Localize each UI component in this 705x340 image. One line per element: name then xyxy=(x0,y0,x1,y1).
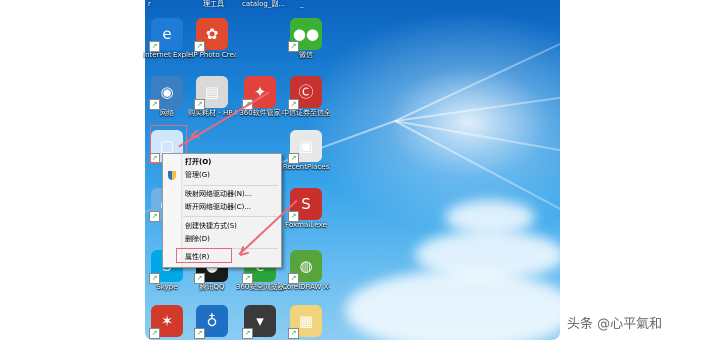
cloud xyxy=(345,270,560,340)
hp-deskjet-icon: ▤ ↗ xyxy=(194,76,228,110)
shortcut-arrow-icon: ↗ xyxy=(194,273,205,284)
app-red-bird-icon: ✶ ↗ xyxy=(149,305,183,339)
menu-separator xyxy=(183,216,278,217)
desktop-icon-hp-deskjet[interactable]: ▤↗购买耗材 - HP Deskjet 21... xyxy=(188,76,236,118)
desktop-icon-app-red-bird[interactable]: ✶ ↗ xyxy=(143,305,191,339)
desktop-icon-coreldraw[interactable]: ◍↗CorelDRAW X4 SP2 简体... xyxy=(282,250,330,292)
china-securities-icon: Ⓒ ↗ xyxy=(288,76,322,110)
desktop-icon-label: r xyxy=(148,0,151,8)
desktop-icon-label: _ xyxy=(300,0,304,8)
desktop-icon-label: catalog_副... xyxy=(242,0,286,8)
desktop-icon-label: Foxmail.exe xyxy=(285,221,327,229)
light-ray xyxy=(394,61,560,122)
desktop-icon-label: 中信证券至信全能版 xyxy=(282,109,330,117)
properties-highlight-box xyxy=(176,248,232,263)
desktop-icon-label: HP Photo Creations xyxy=(188,51,236,59)
menu-item-delete[interactable]: 删除(D) xyxy=(185,234,210,245)
shortcut-arrow-icon: ↗ xyxy=(242,328,253,339)
app-folder-icon: ▦ ↗ xyxy=(288,305,322,339)
menu-item-disconnect-drive[interactable]: 断开网络驱动器(C)... xyxy=(185,202,251,213)
desktop-icon-recentplaces[interactable]: ▣ ↗ RecentPlaces xyxy=(282,130,330,172)
menu-item-create-shortcut[interactable]: 创建快捷方式(S) xyxy=(185,221,237,232)
desktop-icon-label: 微信 xyxy=(299,51,313,59)
shield-icon xyxy=(168,171,176,180)
shortcut-arrow-icon: ↗ xyxy=(149,41,160,52)
desktop-icon-app-folder[interactable]: ▦ ↗ xyxy=(282,305,330,339)
desktop-icon-app-blue[interactable]: ♁ ↗ xyxy=(188,305,236,339)
desktop-icon-label: CorelDRAW X4 SP2 简体... xyxy=(282,283,330,291)
shortcut-arrow-icon: ↗ xyxy=(288,99,299,110)
shortcut-arrow-icon: ↗ xyxy=(288,41,299,52)
ie-icon: e ↗ xyxy=(149,18,183,52)
recentplaces-icon: ▣ ↗ xyxy=(288,130,322,164)
desktop-icon-network[interactable]: ◉ ↗ 网络 xyxy=(143,76,191,118)
desktop-icon-label: 理工具 xyxy=(203,0,224,8)
desktop-icon-ie[interactable]: e↗Internet Explorer xyxy=(143,18,191,60)
hp-photo-icon: ✿ ↗ xyxy=(194,18,228,52)
desktop-icon-label: Internet Explorer xyxy=(143,51,191,59)
desktop-icon-wechat[interactable]: ●● ↗ 微信 xyxy=(282,18,330,60)
coreldraw-icon: ◍ ↗ xyxy=(288,250,322,284)
desktop-icon-label: 网络 xyxy=(160,109,174,117)
desktop-icon-label: 360软件管家 xyxy=(239,109,281,117)
network-icon: ◉ ↗ xyxy=(149,76,183,110)
shortcut-arrow-icon: ↗ xyxy=(288,153,299,164)
shortcut-arrow-icon: ↗ xyxy=(242,273,253,284)
desktop-icon-label: RecentPlaces xyxy=(282,163,330,171)
app-blue-icon: ♁ ↗ xyxy=(194,305,228,339)
menu-item-manage[interactable]: 管理(G) xyxy=(185,170,210,181)
menu-item-open[interactable]: 打开(O) xyxy=(185,157,211,168)
wechat-icon: ●● ↗ xyxy=(288,18,322,52)
app-tshirt-icon: ▾ ↗ xyxy=(242,305,276,339)
desktop-icon-app-tshirt[interactable]: ▾ ↗ xyxy=(236,305,284,339)
screenshot: r 理工具 catalog_副... _ e↗Internet Explorer… xyxy=(0,0,705,340)
foxmail-icon: S ↗ xyxy=(288,188,322,222)
light-ray xyxy=(394,0,560,122)
desktop-icon-label: 360安全浏览器 xyxy=(236,283,284,291)
cloud xyxy=(445,200,535,235)
menu-item-map-drive[interactable]: 映射网络驱动器(N)... xyxy=(185,189,251,200)
shortcut-arrow-icon: ↗ xyxy=(149,211,160,222)
shortcut-arrow-icon: ↗ xyxy=(149,273,160,284)
desktop-icon-label: Skype xyxy=(156,283,178,291)
shortcut-arrow-icon: ↗ xyxy=(194,328,205,339)
desktop-icon-hp-photo[interactable]: ✿↗HP Photo Creations xyxy=(188,18,236,60)
desktop-icon-china-securities[interactable]: Ⓒ↗中信证券至信全能版 xyxy=(282,76,330,118)
desktop-icon-label: 腾讯QQ xyxy=(199,283,225,291)
menu-separator xyxy=(183,185,278,186)
shortcut-arrow-icon: ↗ xyxy=(194,41,205,52)
shortcut-arrow-icon: ↗ xyxy=(288,211,299,222)
shortcut-arrow-icon: ↗ xyxy=(149,99,160,110)
shortcut-arrow-icon: ↗ xyxy=(288,328,299,339)
light-ray xyxy=(394,120,560,195)
shortcut-arrow-icon: ↗ xyxy=(288,273,299,284)
shortcut-arrow-icon: ↗ xyxy=(194,99,205,110)
shortcut-arrow-icon: ↗ xyxy=(149,328,160,339)
watermark: 头条 @心平氣和 xyxy=(567,317,663,332)
